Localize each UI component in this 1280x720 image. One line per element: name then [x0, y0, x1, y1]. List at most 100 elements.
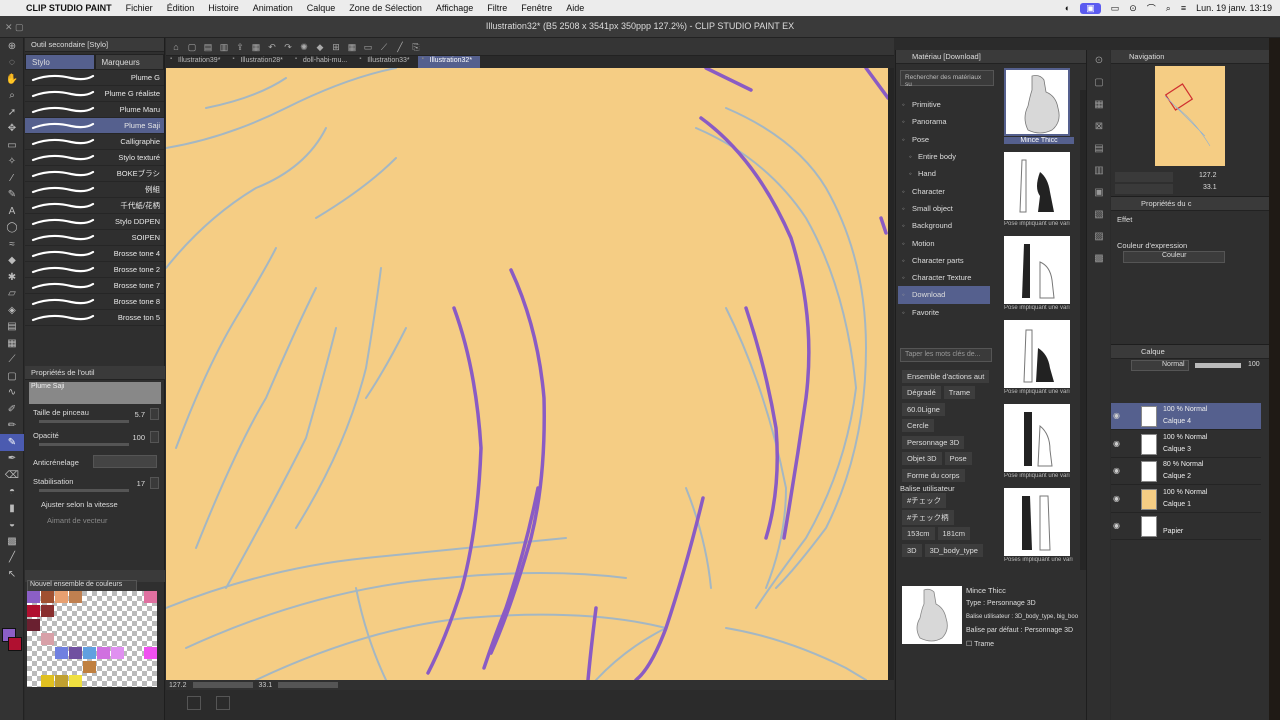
eyedropper-tool-icon[interactable]: ⁄	[0, 170, 24, 187]
brush-item[interactable]: Plume G réaliste	[25, 86, 164, 102]
brush-item[interactable]: 例組	[25, 182, 164, 198]
redo-icon[interactable]: ↷	[282, 41, 294, 53]
user-tag-button[interactable]: 181cm	[937, 527, 971, 541]
brush-size-slider[interactable]	[39, 420, 129, 423]
open-icon[interactable]: ▤	[202, 41, 214, 53]
material-thumbnail[interactable]: Pose impliquant une vari	[1002, 150, 1076, 234]
material-thumbnail[interactable]: Poses impliquant une vari	[1002, 486, 1076, 570]
move-tool-icon[interactable]: ✥	[0, 121, 24, 138]
lasso-tool-icon[interactable]: ◌	[0, 55, 24, 72]
palette-swatch[interactable]	[27, 619, 40, 631]
material-thumbnail[interactable]: Pose impliquant une vari	[1002, 318, 1076, 402]
panel-toggle-icon[interactable]: ▩	[1087, 248, 1111, 270]
selection-icon[interactable]: ▭	[362, 41, 374, 53]
menu-selection[interactable]: Zone de Sélection	[349, 3, 422, 13]
material-tree-item[interactable]: Favorite	[898, 304, 990, 321]
brush-item[interactable]: SOIPEN	[25, 230, 164, 246]
brush-size-value[interactable]: 5.7	[135, 410, 145, 419]
navigator-thumbnail[interactable]	[1155, 66, 1225, 166]
tag-button[interactable]: Forme du corps	[902, 468, 965, 482]
eye-icon[interactable]: ◉	[1113, 494, 1120, 503]
navigator-angle-value[interactable]: 33.1	[1203, 184, 1217, 191]
vector-label[interactable]: Aimant de vecteur	[33, 516, 107, 525]
panel-toggle-icon[interactable]: ⊙	[1087, 50, 1111, 72]
tag-button[interactable]: Pose	[944, 452, 972, 466]
status-icon[interactable]: ◐	[1065, 3, 1070, 13]
palette-swatch[interactable]	[41, 675, 54, 687]
angle-slider[interactable]	[278, 682, 339, 688]
document-tab[interactable]: Illustration32*	[417, 56, 481, 68]
navigator-zoom-slider[interactable]	[1115, 172, 1173, 182]
material-thumbnail[interactable]: Pose impliquant une vari	[1002, 234, 1076, 318]
expression-color-select[interactable]: Couleur	[1123, 251, 1225, 263]
tab-stylo[interactable]: Stylo	[25, 54, 95, 70]
menu-window[interactable]: Fenêtre	[521, 3, 552, 13]
panel-toggle-icon[interactable]: ▤	[1087, 138, 1111, 160]
arrow-tool-icon[interactable]: ↖	[0, 566, 24, 583]
magnify-tool-icon[interactable]: ⌕	[0, 88, 24, 105]
palette-swatch[interactable]	[144, 591, 157, 603]
palette-swatch[interactable]	[97, 647, 110, 659]
new-icon[interactable]: ▢	[186, 41, 198, 53]
clock[interactable]: Lun. 19 janv. 13:19	[1196, 3, 1272, 13]
panel-toggle-icon[interactable]: ▨	[1087, 226, 1111, 248]
document-tab[interactable]: Illustration33*	[355, 56, 417, 68]
pencil-tool-icon[interactable]: ✏	[0, 418, 24, 435]
brush-size-row[interactable]: Taille de pinceau 5.7	[25, 406, 165, 429]
menu-animation[interactable]: Animation	[253, 3, 293, 13]
zoom-tool-icon[interactable]: ⊕	[0, 38, 24, 55]
palette-swatch[interactable]	[41, 633, 54, 645]
figure-tool-icon[interactable]: ▢	[0, 368, 24, 385]
control-center-icon[interactable]: ≡	[1181, 3, 1186, 13]
brush-item[interactable]: Plume Maru	[25, 102, 164, 118]
material-tree-item[interactable]: Background	[898, 217, 990, 234]
material-tree-item[interactable]: Character	[898, 182, 990, 199]
text-tool-icon[interactable]: A	[0, 203, 24, 220]
document-tab[interactable]: doll-habi-mu...	[291, 56, 355, 68]
navigator-angle-slider[interactable]	[1115, 184, 1173, 194]
antialias-row[interactable]: Anticrénelage	[25, 452, 165, 475]
palette-swatch[interactable]	[41, 605, 54, 617]
menu-view[interactable]: Affichage	[436, 3, 473, 13]
line-icon[interactable]: ╱	[394, 41, 406, 53]
material-tree-item[interactable]: Small object	[898, 200, 990, 217]
brush-item[interactable]: Brosse tone 7	[25, 278, 164, 294]
material-tree-item[interactable]: Character Texture	[898, 269, 990, 286]
grid-icon[interactable]: ▦	[346, 41, 358, 53]
menu-file[interactable]: Fichier	[126, 3, 153, 13]
selection-tool-icon[interactable]: ▭	[0, 137, 24, 154]
sparkle-icon[interactable]: ✺	[298, 41, 310, 53]
palette-swatch[interactable]	[27, 605, 40, 617]
document-tab[interactable]: Illustration28*	[228, 56, 290, 68]
panel-toggle-icon[interactable]: ⊠	[1087, 116, 1111, 138]
material-tree-item[interactable]: Download	[898, 286, 990, 304]
stabilization-stepper[interactable]	[150, 477, 159, 489]
stabilization-value[interactable]: 17	[137, 479, 145, 488]
tag-button[interactable]: Personnage 3D	[902, 435, 965, 449]
transform-icon[interactable]: ⊞	[330, 41, 342, 53]
opacity-stepper[interactable]	[150, 431, 159, 443]
menu-help[interactable]: Aide	[566, 3, 584, 13]
opacity-value[interactable]: 100	[132, 433, 145, 442]
brush-item[interactable]: Brosse tone 8	[25, 294, 164, 310]
brush-item[interactable]: Stylo texturé	[25, 150, 164, 166]
vector-row[interactable]: Aimant de vecteur	[25, 514, 165, 530]
blend-mode-select[interactable]: Normal	[1131, 360, 1189, 371]
material-tree-item[interactable]: Character parts	[898, 252, 990, 269]
wifi-icon[interactable]: ⌒	[1147, 2, 1156, 15]
eye-icon[interactable]: ◉	[1113, 466, 1120, 475]
menu-layer[interactable]: Calque	[307, 3, 336, 13]
palette-swatch[interactable]	[69, 647, 82, 659]
palette-swatch[interactable]	[55, 675, 68, 687]
menu-filter[interactable]: Filtre	[487, 3, 507, 13]
user-tag-button[interactable]: 153cm	[902, 527, 935, 541]
palette-swatch[interactable]	[69, 591, 82, 603]
home-icon[interactable]: ⌂	[170, 41, 182, 53]
stabilization-row[interactable]: Stabilisation 17	[25, 475, 165, 498]
search-icon[interactable]: ⌕	[1166, 3, 1171, 14]
material-tree-item[interactable]: Hand	[898, 165, 990, 182]
layer-row[interactable]: ◉ 80 % Normal Calque 2	[1111, 458, 1261, 485]
panel-toggle-icon[interactable]: ▧	[1087, 204, 1111, 226]
palette-swatch[interactable]	[55, 591, 68, 603]
brush-item[interactable]: Calligraphie	[25, 134, 164, 150]
